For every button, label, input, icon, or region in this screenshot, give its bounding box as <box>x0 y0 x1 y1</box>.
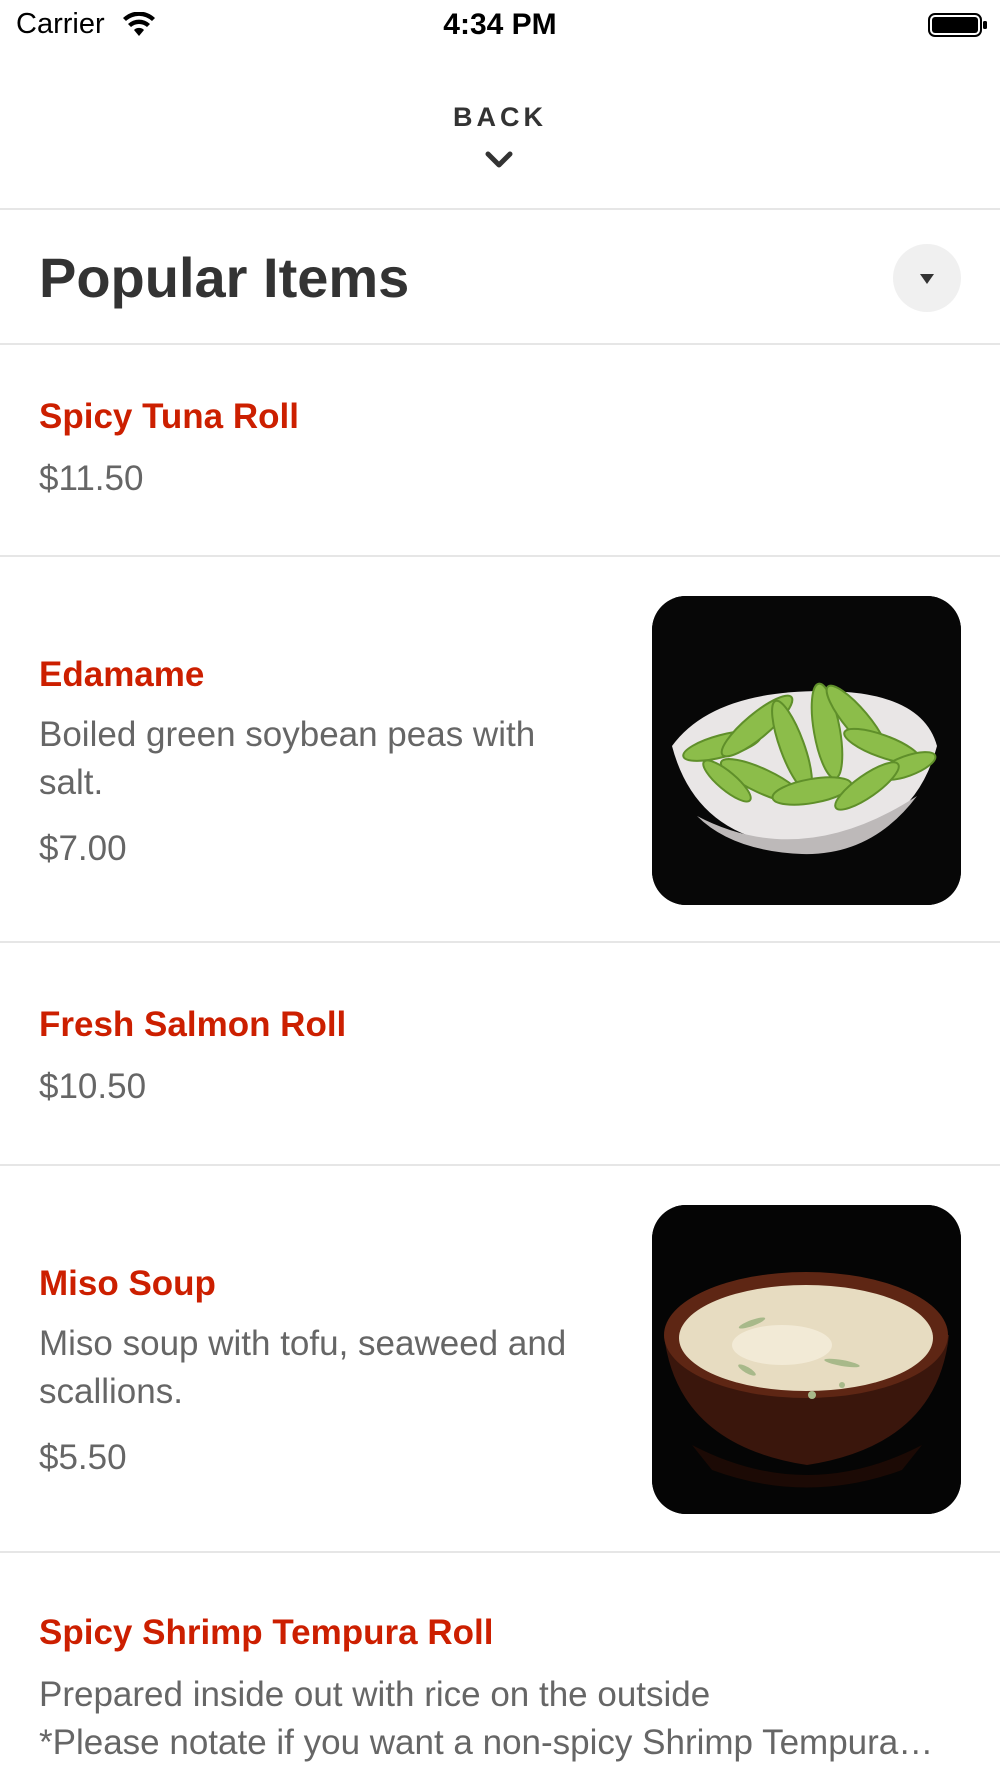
chevron-down-icon <box>485 151 513 168</box>
item-name: Spicy Shrimp Tempura Roll <box>39 1613 494 1652</box>
header-divider <box>0 208 1000 210</box>
triangle-down-icon <box>920 274 934 284</box>
item-description: Boiled green soybean peas with salt. <box>39 715 536 802</box>
edamame-photo <box>652 596 961 905</box>
item-price: $7.00 <box>39 829 127 868</box>
item-name: Miso Soup <box>39 1264 216 1303</box>
item-name: Edamame <box>39 655 205 694</box>
back-label: BACK <box>453 102 547 132</box>
item-description-line-1: Prepared inside out with rice on the out… <box>39 1675 711 1714</box>
item-price: $10.50 <box>39 1067 147 1106</box>
menu-item-spicy-shrimp-tempura-roll[interactable]: Spicy Shrimp Tempura Roll Prepared insid… <box>0 1553 1000 1778</box>
back-button[interactable]: BACK <box>0 90 1000 208</box>
status-time: 4:34 PM <box>443 8 557 41</box>
menu-item-fresh-salmon-roll[interactable]: Fresh Salmon Roll $10.50 <box>0 943 1000 1164</box>
item-price: $5.50 <box>39 1438 127 1477</box>
item-name: Fresh Salmon Roll <box>39 1005 347 1044</box>
item-description-line-2: *Please notate if you want a non-spicy S… <box>39 1723 939 1762</box>
menu-item-miso-soup[interactable]: Miso Soup Miso soup with tofu, seaweed a… <box>0 1166 1000 1551</box>
item-description: Miso soup with tofu, seaweed and scallio… <box>39 1324 567 1411</box>
section-toggle-button[interactable] <box>893 244 961 312</box>
menu-item-spicy-tuna-roll[interactable]: Spicy Tuna Roll $11.50 <box>0 345 1000 555</box>
item-name: Spicy Tuna Roll <box>39 397 299 436</box>
menu-item-edamame[interactable]: Edamame Boiled green soybean peas with s… <box>0 557 1000 941</box>
battery-icon <box>928 13 987 37</box>
status-bar: Carrier 4:34 PM <box>0 0 1000 50</box>
section-title: Popular Items <box>39 246 410 309</box>
item-price: $11.50 <box>39 459 144 498</box>
miso-soup-photo <box>652 1205 961 1514</box>
